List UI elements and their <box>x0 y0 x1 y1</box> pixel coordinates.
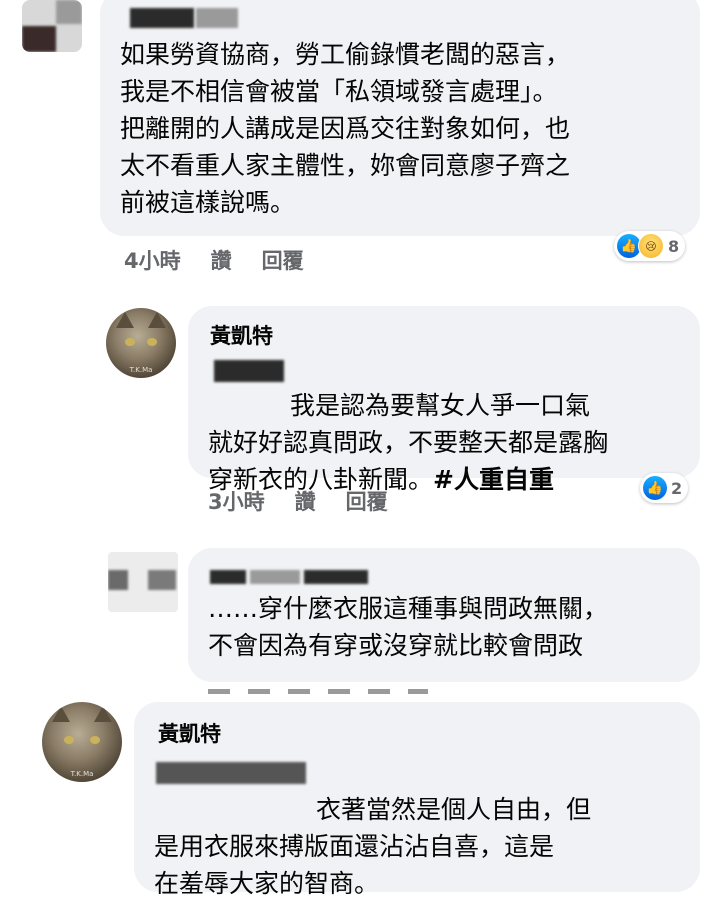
author-name-redacted <box>196 8 238 28</box>
comment-text: 我是認為要幫女人爭一口氣 就好好認真問政，不要整天都是露胸 穿新衣的八卦新聞。#… <box>208 350 693 498</box>
hashtag-link[interactable]: #人重自重 <box>433 465 554 494</box>
commenter-avatar-blurred[interactable] <box>108 552 178 612</box>
avatar-redaction <box>22 26 56 52</box>
commenter-avatar[interactable]: T.K.Ma <box>42 702 122 782</box>
avatar-redaction <box>108 570 128 590</box>
cat-eye <box>64 736 74 744</box>
comment-text: ……穿什麼衣服這種事與問政無關， 不會因為有穿或沒穿就比較會問政 <box>208 594 609 660</box>
reply-button[interactable]: 回覆 <box>346 490 388 514</box>
reaction-count: 8 <box>668 236 680 256</box>
comment-bubble-1: 如果勞資協商，勞工偷錄慣老闆的惡言， 我是不相信會被當「私領域發言處理」。 把離… <box>100 0 700 236</box>
avatar-redaction <box>148 570 176 590</box>
commenter-avatar-blurred[interactable] <box>22 0 82 52</box>
comment-bubble-3: ……穿什麼衣服這種事與問政無關， 不會因為有穿或沒穿就比較會問政 <box>188 548 700 682</box>
comment-actions-3-cropped <box>208 689 428 694</box>
cat-ear <box>148 312 166 328</box>
comment-bubble-4: 黃凱特 衣著當然是個人自由，但 是用衣服來搏版面還沾沾自喜，這是 在羞辱大家的智… <box>134 702 700 898</box>
comment-text-rest: 是用衣服來搏版面還沾沾自喜，這是 在羞辱大家的智商。 <box>154 832 555 898</box>
commenter-avatar[interactable]: T.K.Ma <box>106 308 176 378</box>
cat-eye <box>90 736 100 744</box>
author-name-redacted <box>130 8 194 28</box>
cat-ear <box>116 312 134 328</box>
avatar-redaction <box>56 0 82 24</box>
like-reaction-icon: 👍 <box>643 476 667 500</box>
comment-text-first: 衣著當然是個人自由，但 <box>316 795 592 824</box>
comment-actions-1: 4小時 讚 回覆 <box>124 245 334 275</box>
author-name[interactable]: 黃凱特 <box>210 320 273 350</box>
avatar-watermark: T.K.Ma <box>129 366 153 374</box>
comment-text: 衣著當然是個人自由，但 是用衣服來搏版面還沾沾自喜，這是 在羞辱大家的智商。 <box>154 754 694 902</box>
like-button[interactable]: 讚 <box>295 490 316 514</box>
comment-bubble-2: 黃凱特 我是認為要幫女人爭一口氣 就好好認真問政，不要整天都是露胸 穿新衣的八卦… <box>188 306 700 494</box>
reaction-summary-2[interactable]: 👍 2 <box>640 473 689 503</box>
avatar-watermark: T.K.Ma <box>70 770 94 778</box>
cat-ear <box>52 706 70 722</box>
author-name-redacted <box>304 570 368 584</box>
comment-time[interactable]: 4小時 <box>124 249 181 273</box>
comment-text: 如果勞資協商，勞工偷錄慣老闆的惡言， 我是不相信會被當「私領域發言處理」。 把離… <box>120 40 571 217</box>
like-button[interactable]: 讚 <box>211 249 232 273</box>
cat-ear <box>94 706 112 722</box>
author-name-redacted <box>250 570 300 584</box>
reply-button[interactable]: 回覆 <box>262 249 304 273</box>
cat-eye <box>125 338 135 346</box>
sad-reaction-icon: 😢 <box>638 233 664 259</box>
reaction-count: 2 <box>671 478 683 498</box>
comment-time[interactable]: 3小時 <box>208 490 265 514</box>
comment-actions-2: 3小時 讚 回覆 <box>208 486 418 516</box>
cat-eye <box>147 338 157 346</box>
author-name-redacted <box>210 570 246 584</box>
reaction-summary-1[interactable]: 👍 😢 8 <box>614 231 686 261</box>
author-name[interactable]: 黃凱特 <box>158 718 221 748</box>
